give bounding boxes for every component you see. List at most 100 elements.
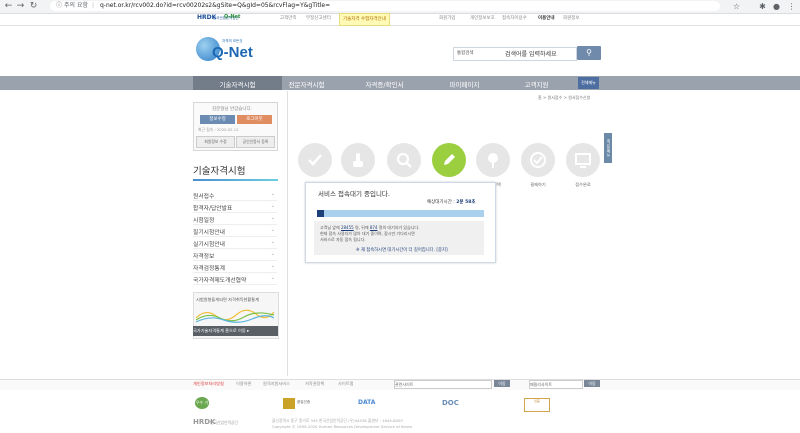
security-warning: 주의 요함 [64, 2, 88, 9]
logout-button[interactable]: 로그아웃 [237, 115, 272, 124]
related-go-button[interactable]: 이동 [494, 380, 510, 387]
info-icon[interactable]: ⓘ [56, 1, 62, 11]
nav-item-certificates[interactable]: 자격증/확인서 [340, 79, 429, 89]
footer-link[interactable]: 이용약관 [236, 381, 251, 387]
top-link[interactable]: 회원가입 [439, 15, 456, 21]
top-link[interactable]: 접속자이용수 [502, 15, 527, 21]
forward-icon[interactable]: → [15, 1, 26, 12]
star-icon[interactable]: ☆ [731, 1, 742, 12]
step-1 [298, 143, 332, 177]
footer-link[interactable]: 사이트맵 [338, 381, 353, 387]
step-3 [387, 143, 421, 177]
side-item-improvement[interactable]: 국가자격제도개선협약 ⌄ [193, 273, 277, 285]
reload-icon[interactable]: ↻ [28, 1, 39, 12]
side-item-label: 실기시험안내 [193, 242, 225, 248]
check-icon [308, 154, 322, 166]
cert-badge-1: 우수 기관 [195, 397, 209, 417]
all-menu-button[interactable]: 전체메뉴 [578, 77, 599, 89]
search-scope-select[interactable]: 통합검색 [457, 50, 474, 56]
pin-icon [488, 153, 498, 168]
stop-waiting-link[interactable]: ※ 재 접속하시면 대기시간이 더 길어집니다. [중지] [356, 247, 448, 253]
top-link[interactable]: 이용안내 [538, 15, 555, 21]
privacy-policy-link[interactable]: 개인정보처리방침 [193, 381, 224, 387]
menu-icon[interactable]: ⋮ [786, 1, 797, 12]
side-item-label: 국가자격제도개선협약 [193, 278, 247, 284]
top-link[interactable]: 개인정보보호 [470, 15, 495, 21]
side-item-written[interactable]: 필기시험안내 ⌄ [193, 225, 277, 237]
family-go-button[interactable]: 이동 [584, 380, 600, 387]
wait-label: 예상대기시간 : [427, 200, 455, 205]
qnet-mini-logo[interactable]: Q-Net [224, 14, 240, 20]
check-circle-icon [530, 152, 546, 168]
nav-item-professional-exam[interactable]: 전문자격시험 [262, 79, 351, 89]
last-login: 최근 접속 : 2020.02.12 [198, 127, 239, 132]
nav-item-support[interactable]: 고객지원 [492, 79, 581, 89]
cert-badge-3: DATA [358, 399, 376, 406]
side-item-qual-info[interactable]: 자격정보 ⌄ [193, 249, 277, 261]
stats-home-button[interactable]: 국가기술자격통계 홈으로 이동 ▸ [193, 326, 278, 336]
wave-graphic [196, 309, 274, 323]
chevron-down-icon: ⌄ [270, 215, 275, 221]
top-link[interactable]: 고객만족 [280, 15, 297, 21]
cert-label-2: 품질인증 [297, 400, 311, 404]
step-2 [341, 143, 375, 177]
back-icon[interactable]: ← [3, 1, 14, 12]
search-input[interactable]: 검색어를 입력하세요 [505, 49, 557, 58]
top-link[interactable]: 부정신고센터 [306, 15, 331, 21]
profile-icon[interactable]: ● [771, 1, 782, 12]
top-link[interactable]: 회원정보 [563, 15, 580, 21]
recent-menu-float[interactable]: 최근본메뉴 [604, 133, 612, 163]
side-item-schedule[interactable]: 시험일정 ⌄ [193, 213, 277, 225]
side-item-label: 필기시험안내 [193, 230, 225, 236]
side-item-results[interactable]: 합격자/답안발표 ⌄ [193, 201, 277, 213]
queue-ahead-count: 28455 [340, 225, 354, 230]
welcome-message: 김분형님 반갑습니다. [212, 107, 253, 112]
side-item-label: 자격정보 [193, 254, 215, 260]
chevron-down-icon: ⌄ [270, 239, 275, 245]
url-text: q-net.or.kr/rcv002.do?id=rcv00202s2&gSit… [100, 2, 331, 9]
stats-banner-title: 시험원형들게되면 자격취득현황통계 [196, 297, 259, 302]
progress-fill [317, 210, 324, 217]
side-item-label: 자격검정통계 [193, 266, 225, 272]
step-label-6: 결제하기 [530, 182, 546, 187]
progress-bar [317, 210, 484, 217]
member-edit-button[interactable]: 회원정보 수정 [196, 136, 235, 148]
edit-info-button[interactable]: 정보수정 [200, 115, 235, 124]
search-button[interactable]: ⚲ [577, 46, 601, 60]
chevron-down-icon: ⌄ [270, 227, 275, 233]
breadcrumb: 홈 > 원서접수 > 원서접수신청 [538, 95, 591, 100]
cert-badge-5: 인증 [524, 398, 550, 412]
related-sites-select[interactable]: 관련사이트 [394, 380, 492, 389]
exam-guide-tab[interactable]: 기술자격 수험자격안내 [339, 13, 390, 26]
address-bar[interactable]: ⓘ 주의 요함 | q-net.or.kr/rcv002.do?id=rcv00… [50, 1, 720, 11]
content-divider [287, 91, 288, 376]
side-item-application[interactable]: 원서접수 ⌄ [193, 189, 277, 201]
chevron-down-icon: ⌄ [270, 251, 275, 257]
puzzle-icon[interactable]: ✱ [757, 1, 768, 12]
step-5 [476, 143, 510, 177]
side-item-label: 원서접수 [193, 194, 215, 200]
chevron-down-icon: ⌄ [270, 263, 275, 269]
side-item-label: 시험일정 [193, 218, 215, 224]
footer-copyright: Copyright © 1999-2020 Human Resources De… [272, 424, 414, 429]
chevron-down-icon: ⌄ [270, 191, 275, 197]
monitor-icon [575, 153, 591, 168]
pencil-icon [444, 154, 455, 165]
cert-badge-2 [283, 398, 295, 409]
cert-register-button[interactable]: 공인인증서 등록 [236, 136, 275, 148]
side-item-stats[interactable]: 자격검정통계 ⌄ [193, 261, 277, 273]
side-item-practical[interactable]: 실기시험안내 ⌄ [193, 237, 277, 249]
qnet-logo[interactable]: Q-Net [212, 44, 253, 61]
magnifier-icon [396, 152, 412, 168]
hand-icon [353, 153, 363, 167]
family-sites-select[interactable]: 패밀리사이트 [529, 380, 583, 389]
step-4-active [432, 143, 466, 177]
wait-value: 2분 58초 [456, 200, 476, 205]
side-title: 기술자격시험 [193, 166, 246, 177]
search-icon: ⚲ [586, 48, 592, 57]
queue-behind-count: 874 [369, 225, 378, 230]
footer-link[interactable]: 저작권정책 [305, 381, 324, 387]
side-item-label: 합격자/답안발표 [193, 206, 233, 212]
chevron-down-icon: ⌄ [270, 275, 275, 281]
footer-link[interactable]: 원격지원서비스 [263, 381, 290, 387]
